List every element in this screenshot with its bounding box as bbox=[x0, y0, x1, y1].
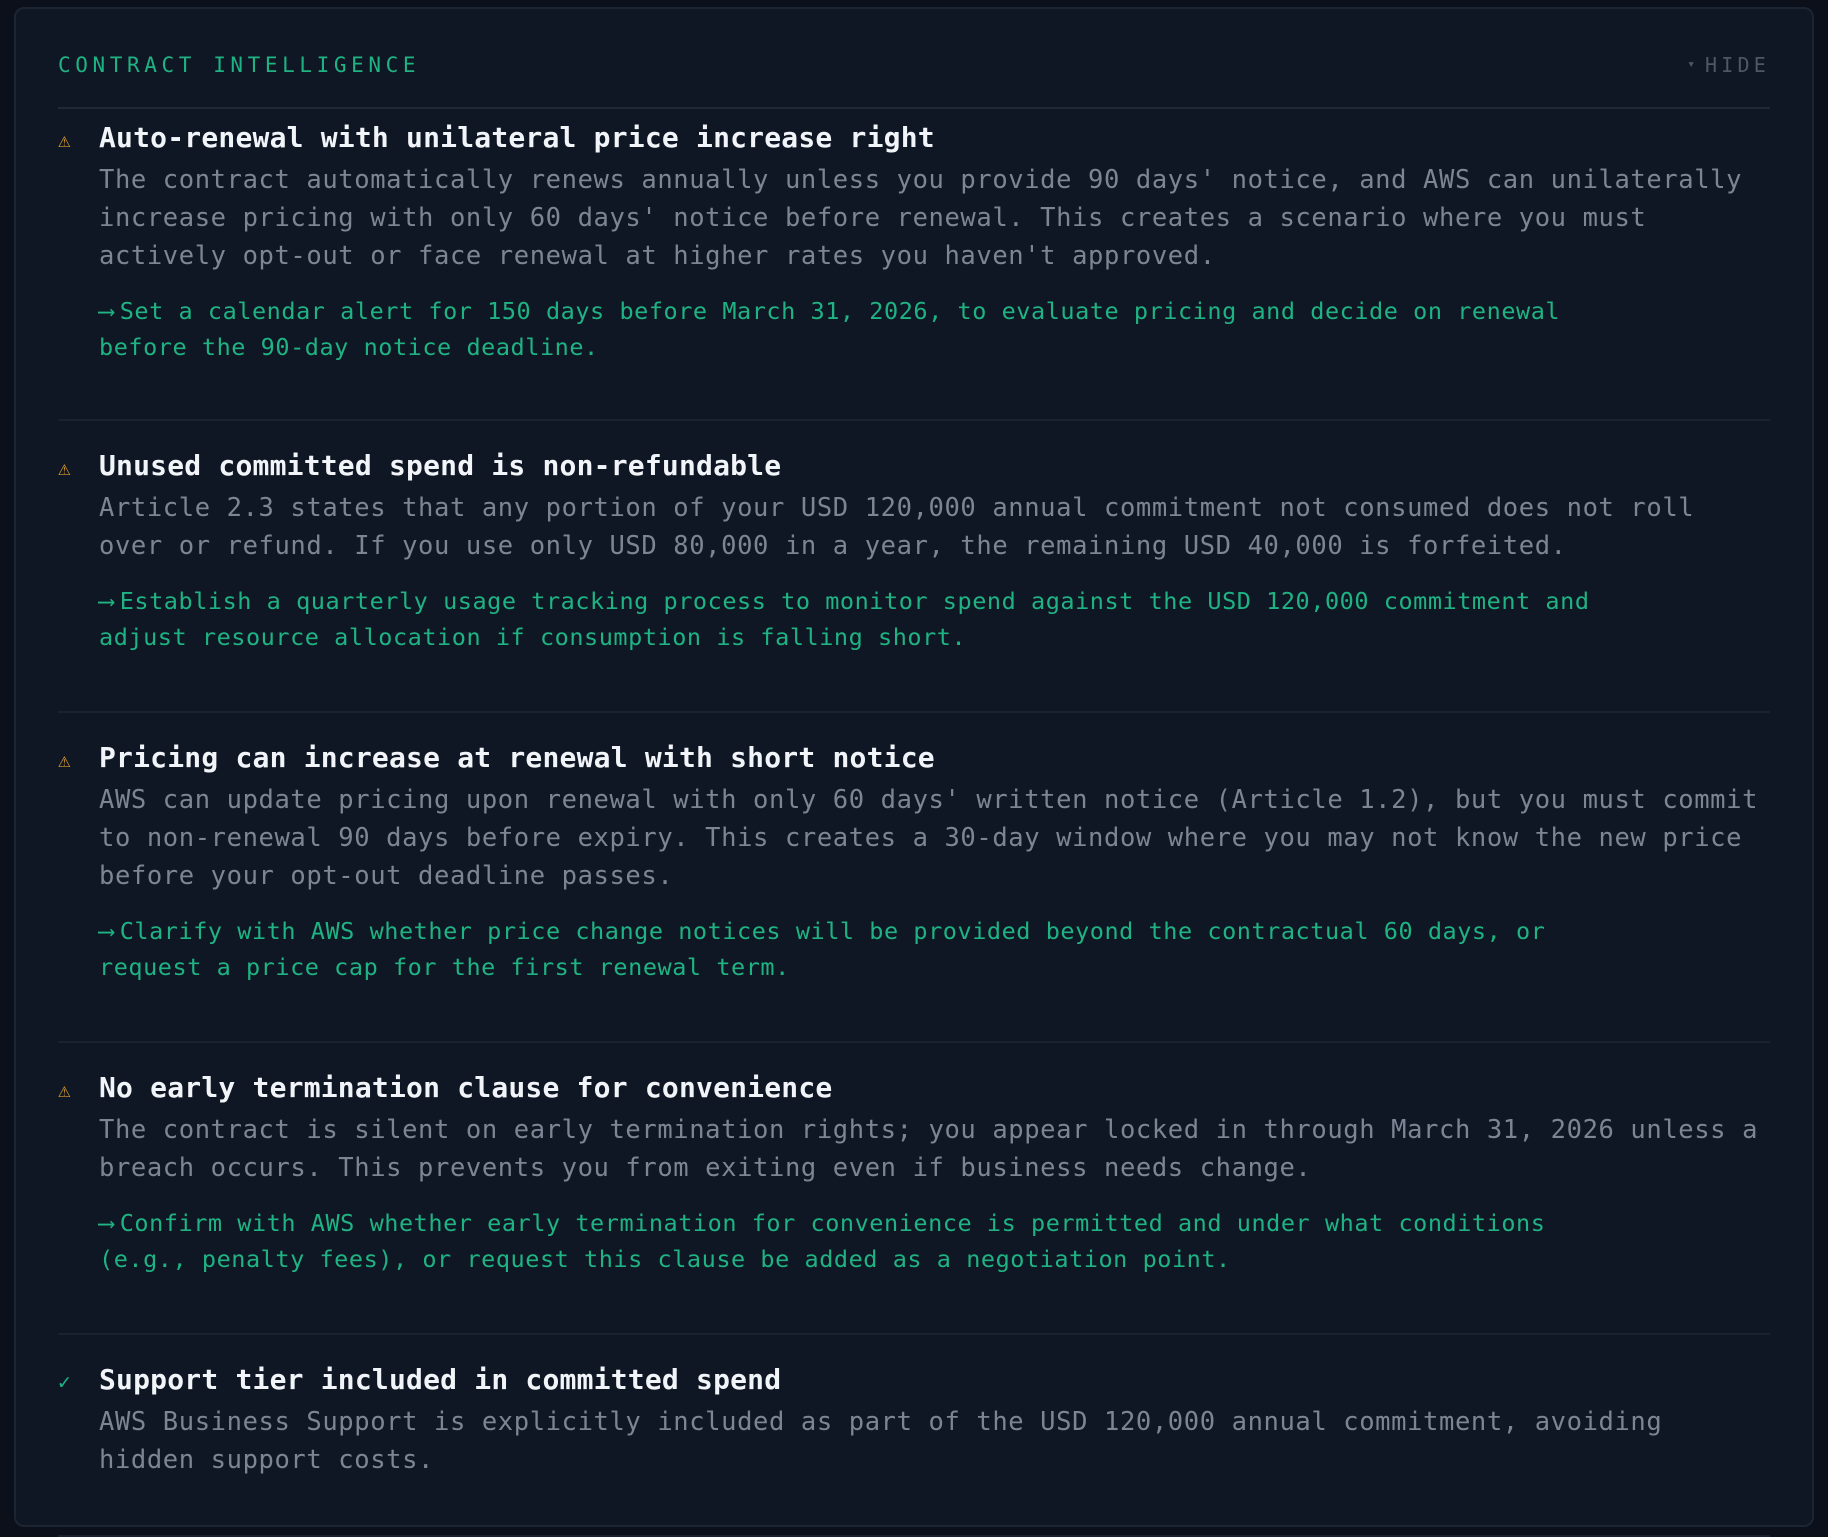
finding-description: Article 2.3 states that any portion of y… bbox=[99, 493, 1695, 561]
caret-down-icon: ▾ bbox=[1687, 57, 1696, 72]
finding-title: Auto-renewal with unilateral price incre… bbox=[99, 121, 935, 154]
arrow-right-icon: ⟶ bbox=[99, 917, 114, 945]
recommendation-text: Clarify with AWS whether price change no… bbox=[99, 917, 1546, 981]
finding-recommendation: ⟶ Establish a quarterly usage tracking pr… bbox=[99, 583, 1619, 655]
recommendation-text: Set a calendar alert for 150 days before… bbox=[99, 297, 1561, 361]
recommendation-text: Confirm with AWS whether early terminati… bbox=[99, 1209, 1546, 1273]
finding-item: ⚠ Unused committed spend is non-refundab… bbox=[58, 437, 1770, 713]
finding-title: Unused committed spend is non-refundable bbox=[99, 449, 782, 482]
panel-title: CONTRACT INTELLIGENCE bbox=[58, 53, 421, 77]
findings-list: ⚠ Auto-renewal with unilateral price inc… bbox=[58, 109, 1770, 1537]
finding-recommendation: ⟶ Clarify with AWS whether price change n… bbox=[99, 913, 1619, 985]
arrow-right-icon: ⟶ bbox=[99, 297, 114, 325]
finding-recommendation: ⟶ Set a calendar alert for 150 days befor… bbox=[99, 293, 1619, 365]
warning-icon: ⚠ bbox=[58, 748, 71, 772]
finding-recommendation: ⟶ Confirm with AWS whether early terminat… bbox=[99, 1205, 1619, 1277]
finding-item: ⚠ Pricing can increase at renewal with s… bbox=[58, 729, 1770, 1043]
hide-toggle-button[interactable]: ▾ HIDE bbox=[1687, 45, 1770, 85]
finding-item: ⚠ Auto-renewal with unilateral price inc… bbox=[58, 109, 1770, 421]
warning-icon: ⚠ bbox=[58, 128, 71, 152]
finding-title: Support tier included in committed spend bbox=[99, 1363, 782, 1396]
finding-description: AWS Business Support is explicitly inclu… bbox=[99, 1407, 1663, 1475]
hide-toggle-label: HIDE bbox=[1705, 53, 1770, 77]
arrow-right-icon: ⟶ bbox=[99, 1209, 114, 1237]
finding-title: Pricing can increase at renewal with sho… bbox=[99, 741, 935, 774]
finding-item: ⚠ No early termination clause for conven… bbox=[58, 1059, 1770, 1335]
arrow-right-icon: ⟶ bbox=[99, 587, 114, 615]
finding-description: The contract is silent on early terminat… bbox=[99, 1115, 1759, 1183]
check-icon: ✓ bbox=[58, 1370, 71, 1394]
finding-item: ✓ Support tier included in committed spe… bbox=[58, 1351, 1770, 1537]
finding-title: No early termination clause for convenie… bbox=[99, 1071, 833, 1104]
finding-description: AWS can update pricing upon renewal with… bbox=[99, 785, 1759, 891]
warning-icon: ⚠ bbox=[58, 456, 71, 480]
panel-header: CONTRACT INTELLIGENCE ▾ HIDE bbox=[58, 45, 1770, 109]
finding-description: The contract automatically renews annual… bbox=[99, 165, 1743, 271]
recommendation-text: Establish a quarterly usage tracking pro… bbox=[99, 587, 1590, 651]
warning-icon: ⚠ bbox=[58, 1078, 71, 1102]
contract-intelligence-panel: CONTRACT INTELLIGENCE ▾ HIDE ⚠ Auto-rene… bbox=[14, 7, 1814, 1537]
